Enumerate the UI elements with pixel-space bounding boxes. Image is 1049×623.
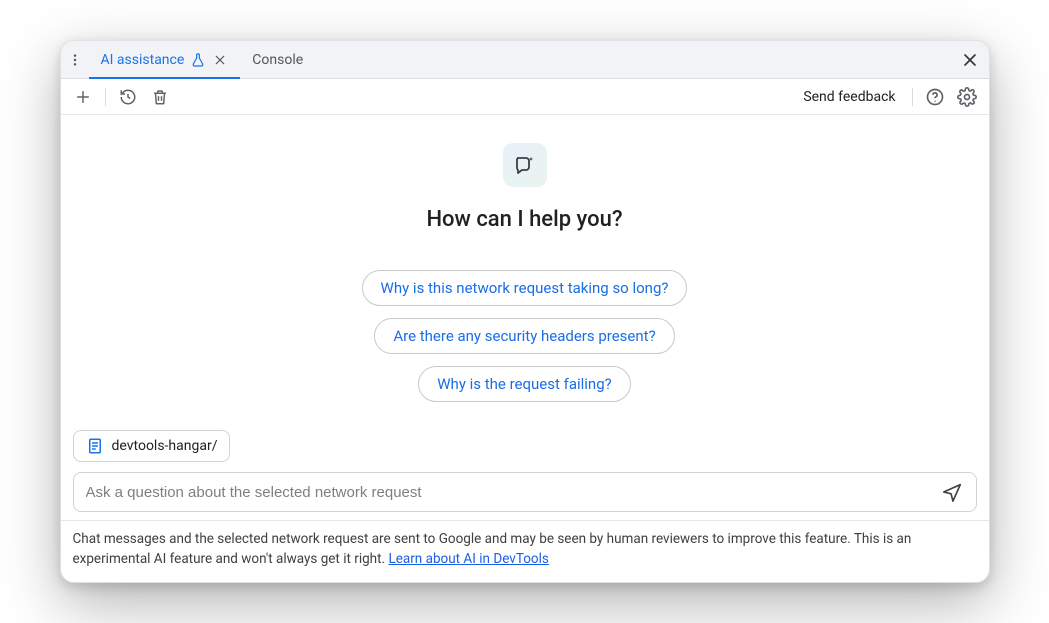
help-button[interactable] [921, 83, 949, 111]
context-label: devtools-hangar/ [112, 438, 218, 454]
main-content: How can I help you? Why is this network … [61, 115, 989, 430]
send-button[interactable] [936, 476, 968, 508]
devtools-panel: AI assistance Console Send feedback [60, 40, 990, 583]
ai-sparkle-icon [503, 143, 547, 187]
suggestion-chip[interactable]: Why is the request failing? [418, 366, 630, 402]
input-row [73, 472, 977, 512]
settings-button[interactable] [953, 83, 981, 111]
suggestion-chip[interactable]: Are there any security headers present? [374, 318, 674, 354]
close-tab-button[interactable] [212, 52, 228, 68]
document-icon [86, 437, 104, 455]
send-feedback-button[interactable]: Send feedback [795, 89, 903, 105]
hero-title: How can I help you? [426, 207, 622, 232]
suggestions-list: Why is this network request taking so lo… [362, 270, 688, 402]
close-panel-button[interactable] [951, 41, 989, 78]
context-chip[interactable]: devtools-hangar/ [73, 430, 231, 462]
tab-ai-assistance[interactable]: AI assistance [89, 41, 241, 78]
history-button[interactable] [114, 83, 142, 111]
prompt-input[interactable] [86, 484, 936, 501]
divider [912, 88, 913, 106]
new-chat-button[interactable] [69, 83, 97, 111]
tab-console[interactable]: Console [240, 41, 315, 78]
divider [105, 88, 106, 106]
tab-bar: AI assistance Console [61, 41, 989, 79]
tab-label: Console [252, 52, 303, 68]
input-area: devtools-hangar/ [61, 430, 989, 520]
toolbar: Send feedback [61, 79, 989, 115]
more-menu-button[interactable] [61, 41, 89, 78]
learn-more-link[interactable]: Learn about AI in DevTools [388, 551, 548, 567]
tab-label: AI assistance [101, 52, 185, 68]
suggestion-chip[interactable]: Why is this network request taking so lo… [362, 270, 688, 306]
flask-icon [190, 52, 206, 68]
delete-button[interactable] [146, 83, 174, 111]
footer-disclaimer: Chat messages and the selected network r… [61, 520, 989, 582]
